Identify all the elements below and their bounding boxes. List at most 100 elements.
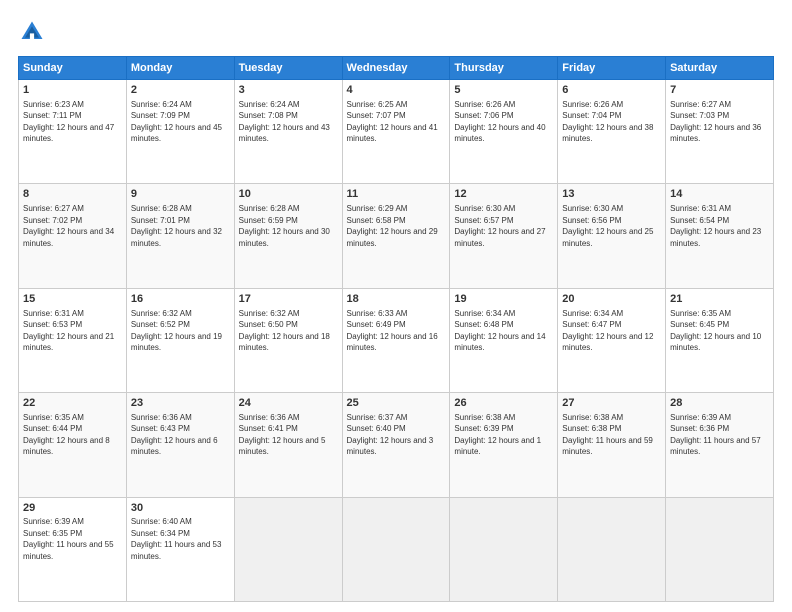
calendar-cell — [666, 497, 774, 601]
day-info: Sunrise: 6:23 AMSunset: 7:11 PMDaylight:… — [23, 100, 114, 143]
weekday-header-friday: Friday — [558, 57, 666, 80]
day-number: 18 — [347, 292, 446, 307]
day-info: Sunrise: 6:29 AMSunset: 6:58 PMDaylight:… — [347, 204, 438, 247]
day-info: Sunrise: 6:32 AMSunset: 6:50 PMDaylight:… — [239, 309, 330, 352]
calendar-cell: 10 Sunrise: 6:28 AMSunset: 6:59 PMDaylig… — [234, 184, 342, 288]
calendar-cell: 22 Sunrise: 6:35 AMSunset: 6:44 PMDaylig… — [19, 393, 127, 497]
day-number: 19 — [454, 292, 553, 307]
calendar-cell: 23 Sunrise: 6:36 AMSunset: 6:43 PMDaylig… — [126, 393, 234, 497]
day-info: Sunrise: 6:35 AMSunset: 6:44 PMDaylight:… — [23, 413, 110, 456]
day-info: Sunrise: 6:39 AMSunset: 6:36 PMDaylight:… — [670, 413, 761, 456]
calendar-week-2: 8 Sunrise: 6:27 AMSunset: 7:02 PMDayligh… — [19, 184, 774, 288]
calendar-cell: 8 Sunrise: 6:27 AMSunset: 7:02 PMDayligh… — [19, 184, 127, 288]
day-info: Sunrise: 6:24 AMSunset: 7:09 PMDaylight:… — [131, 100, 222, 143]
day-number: 16 — [131, 292, 230, 307]
day-info: Sunrise: 6:40 AMSunset: 6:34 PMDaylight:… — [131, 517, 222, 560]
calendar-cell: 3 Sunrise: 6:24 AMSunset: 7:08 PMDayligh… — [234, 80, 342, 184]
header — [18, 18, 774, 46]
calendar-cell: 16 Sunrise: 6:32 AMSunset: 6:52 PMDaylig… — [126, 288, 234, 392]
weekday-header-tuesday: Tuesday — [234, 57, 342, 80]
calendar-cell: 6 Sunrise: 6:26 AMSunset: 7:04 PMDayligh… — [558, 80, 666, 184]
day-info: Sunrise: 6:30 AMSunset: 6:56 PMDaylight:… — [562, 204, 653, 247]
day-info: Sunrise: 6:27 AMSunset: 7:03 PMDaylight:… — [670, 100, 761, 143]
calendar-cell: 19 Sunrise: 6:34 AMSunset: 6:48 PMDaylig… — [450, 288, 558, 392]
calendar-cell: 2 Sunrise: 6:24 AMSunset: 7:09 PMDayligh… — [126, 80, 234, 184]
calendar-cell — [558, 497, 666, 601]
day-number: 3 — [239, 83, 338, 98]
calendar-cell — [342, 497, 450, 601]
day-info: Sunrise: 6:34 AMSunset: 6:48 PMDaylight:… — [454, 309, 545, 352]
calendar-cell: 28 Sunrise: 6:39 AMSunset: 6:36 PMDaylig… — [666, 393, 774, 497]
calendar-cell — [234, 497, 342, 601]
calendar-cell: 15 Sunrise: 6:31 AMSunset: 6:53 PMDaylig… — [19, 288, 127, 392]
day-info: Sunrise: 6:34 AMSunset: 6:47 PMDaylight:… — [562, 309, 653, 352]
day-number: 1 — [23, 83, 122, 98]
day-number: 20 — [562, 292, 661, 307]
weekday-header-monday: Monday — [126, 57, 234, 80]
calendar-cell: 24 Sunrise: 6:36 AMSunset: 6:41 PMDaylig… — [234, 393, 342, 497]
day-number: 12 — [454, 187, 553, 202]
day-info: Sunrise: 6:26 AMSunset: 7:04 PMDaylight:… — [562, 100, 653, 143]
day-number: 8 — [23, 187, 122, 202]
calendar-cell — [450, 497, 558, 601]
day-info: Sunrise: 6:37 AMSunset: 6:40 PMDaylight:… — [347, 413, 434, 456]
day-info: Sunrise: 6:31 AMSunset: 6:53 PMDaylight:… — [23, 309, 114, 352]
day-number: 26 — [454, 396, 553, 411]
day-info: Sunrise: 6:27 AMSunset: 7:02 PMDaylight:… — [23, 204, 114, 247]
calendar-cell: 21 Sunrise: 6:35 AMSunset: 6:45 PMDaylig… — [666, 288, 774, 392]
day-number: 29 — [23, 501, 122, 516]
calendar-cell: 9 Sunrise: 6:28 AMSunset: 7:01 PMDayligh… — [126, 184, 234, 288]
calendar-cell: 17 Sunrise: 6:32 AMSunset: 6:50 PMDaylig… — [234, 288, 342, 392]
calendar-cell: 14 Sunrise: 6:31 AMSunset: 6:54 PMDaylig… — [666, 184, 774, 288]
calendar-cell: 12 Sunrise: 6:30 AMSunset: 6:57 PMDaylig… — [450, 184, 558, 288]
day-number: 22 — [23, 396, 122, 411]
day-number: 27 — [562, 396, 661, 411]
calendar-cell: 26 Sunrise: 6:38 AMSunset: 6:39 PMDaylig… — [450, 393, 558, 497]
day-number: 4 — [347, 83, 446, 98]
day-number: 24 — [239, 396, 338, 411]
weekday-header-saturday: Saturday — [666, 57, 774, 80]
calendar-cell: 1 Sunrise: 6:23 AMSunset: 7:11 PMDayligh… — [19, 80, 127, 184]
day-number: 6 — [562, 83, 661, 98]
logo-icon — [18, 18, 46, 46]
calendar-cell: 11 Sunrise: 6:29 AMSunset: 6:58 PMDaylig… — [342, 184, 450, 288]
day-info: Sunrise: 6:25 AMSunset: 7:07 PMDaylight:… — [347, 100, 438, 143]
day-number: 25 — [347, 396, 446, 411]
day-info: Sunrise: 6:28 AMSunset: 7:01 PMDaylight:… — [131, 204, 222, 247]
page: SundayMondayTuesdayWednesdayThursdayFrid… — [0, 0, 792, 612]
weekday-header-wednesday: Wednesday — [342, 57, 450, 80]
day-number: 7 — [670, 83, 769, 98]
calendar-week-4: 22 Sunrise: 6:35 AMSunset: 6:44 PMDaylig… — [19, 393, 774, 497]
calendar-cell: 4 Sunrise: 6:25 AMSunset: 7:07 PMDayligh… — [342, 80, 450, 184]
day-number: 17 — [239, 292, 338, 307]
calendar-week-5: 29 Sunrise: 6:39 AMSunset: 6:35 PMDaylig… — [19, 497, 774, 601]
day-number: 9 — [131, 187, 230, 202]
calendar-week-3: 15 Sunrise: 6:31 AMSunset: 6:53 PMDaylig… — [19, 288, 774, 392]
day-info: Sunrise: 6:33 AMSunset: 6:49 PMDaylight:… — [347, 309, 438, 352]
day-number: 13 — [562, 187, 661, 202]
calendar-cell: 30 Sunrise: 6:40 AMSunset: 6:34 PMDaylig… — [126, 497, 234, 601]
logo — [18, 18, 50, 46]
calendar-cell: 13 Sunrise: 6:30 AMSunset: 6:56 PMDaylig… — [558, 184, 666, 288]
day-info: Sunrise: 6:31 AMSunset: 6:54 PMDaylight:… — [670, 204, 761, 247]
day-info: Sunrise: 6:26 AMSunset: 7:06 PMDaylight:… — [454, 100, 545, 143]
day-number: 14 — [670, 187, 769, 202]
day-info: Sunrise: 6:36 AMSunset: 6:43 PMDaylight:… — [131, 413, 218, 456]
day-info: Sunrise: 6:38 AMSunset: 6:38 PMDaylight:… — [562, 413, 653, 456]
calendar-cell: 20 Sunrise: 6:34 AMSunset: 6:47 PMDaylig… — [558, 288, 666, 392]
day-number: 15 — [23, 292, 122, 307]
calendar: SundayMondayTuesdayWednesdayThursdayFrid… — [18, 56, 774, 602]
calendar-cell: 27 Sunrise: 6:38 AMSunset: 6:38 PMDaylig… — [558, 393, 666, 497]
calendar-cell: 18 Sunrise: 6:33 AMSunset: 6:49 PMDaylig… — [342, 288, 450, 392]
calendar-cell: 5 Sunrise: 6:26 AMSunset: 7:06 PMDayligh… — [450, 80, 558, 184]
day-number: 11 — [347, 187, 446, 202]
day-number: 10 — [239, 187, 338, 202]
day-info: Sunrise: 6:35 AMSunset: 6:45 PMDaylight:… — [670, 309, 761, 352]
calendar-header-row: SundayMondayTuesdayWednesdayThursdayFrid… — [19, 57, 774, 80]
day-info: Sunrise: 6:28 AMSunset: 6:59 PMDaylight:… — [239, 204, 330, 247]
calendar-cell: 25 Sunrise: 6:37 AMSunset: 6:40 PMDaylig… — [342, 393, 450, 497]
day-number: 28 — [670, 396, 769, 411]
day-number: 23 — [131, 396, 230, 411]
day-number: 21 — [670, 292, 769, 307]
day-number: 30 — [131, 501, 230, 516]
